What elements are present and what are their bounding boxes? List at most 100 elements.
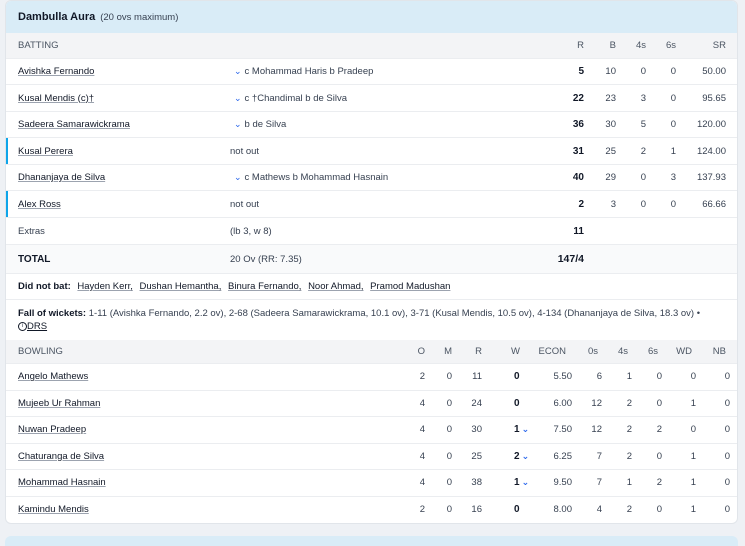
balls: 25 xyxy=(605,145,616,157)
strike-rate: 124.00 xyxy=(696,145,726,157)
bowler-name[interactable]: Mohammad Hasnain xyxy=(18,470,106,496)
maidens: 0 xyxy=(446,504,452,516)
dot-balls: 6 xyxy=(596,371,602,383)
runs-conceded: 11 xyxy=(472,371,482,383)
bowling-header-row: BOWLING O M R W ECON 0s 4s 6s WD NB xyxy=(6,340,737,364)
dismissal[interactable]: ⌄ c †Chandimal b de Silva xyxy=(234,85,347,111)
batter-row: Kusal Mendis (c)† ⌄ c †Chandimal b de Silv… xyxy=(6,85,737,112)
drs-label: DRS xyxy=(27,321,48,332)
extras-value: 11 xyxy=(573,225,584,237)
batter-name[interactable]: Dhananjaya de Silva xyxy=(18,165,105,190)
sixes: 0 xyxy=(670,119,676,130)
fours-conceded: 2 xyxy=(626,424,632,436)
bowler-name[interactable]: Kamindu Mendis xyxy=(18,497,89,524)
dismissal: not out xyxy=(230,191,259,217)
balls: 10 xyxy=(605,66,616,77)
bowler-row: Nuwan Pradeep 4 0 30 1 ⌄ 7.50 12 2 2 0 0 xyxy=(6,417,737,444)
dnb-player[interactable]: Hayden Kerr, xyxy=(77,281,132,292)
col-m: M xyxy=(444,346,452,357)
strike-rate: 120.00 xyxy=(696,119,726,130)
bowler-name[interactable]: Angelo Mathews xyxy=(18,364,88,390)
extras-label: Extras xyxy=(18,225,45,237)
batter-name[interactable]: Kusal Mendis (c)† xyxy=(18,85,94,111)
wides: 0 xyxy=(690,424,696,436)
batter-name[interactable]: Alex Ross xyxy=(18,191,61,217)
runs: 31 xyxy=(572,145,584,157)
col-econ: ECON xyxy=(538,346,566,357)
runs: 5 xyxy=(578,66,584,77)
chevron-down-icon: ⌄ xyxy=(234,66,242,76)
dismissal-text: c Mohammad Haris b Pradeep xyxy=(244,66,374,77)
batter-name[interactable]: Kusal Perera xyxy=(18,138,73,164)
bowler-name[interactable]: Chaturanga de Silva xyxy=(18,444,104,470)
wides: 1 xyxy=(690,397,696,409)
dismissal-text: not out xyxy=(230,145,260,157)
at-crease-marker xyxy=(6,191,8,217)
scorecard: Dambulla Aura (20 ovs maximum) BATTING R… xyxy=(5,0,738,524)
dnb-player[interactable]: Binura Fernando, xyxy=(228,281,301,292)
wickets-value: 0 xyxy=(514,371,520,383)
balls: 3 xyxy=(610,198,616,210)
wickets-value: 2 xyxy=(514,450,520,462)
fall-of-wickets: Fall of wickets: 1-11 (Avishka Fernando,… xyxy=(18,307,730,333)
maidens: 0 xyxy=(446,424,452,436)
sixes: 1 xyxy=(670,145,676,157)
col-nb: NB xyxy=(712,346,726,357)
dnb-player[interactable]: Pramod Madushan xyxy=(370,281,450,292)
overs: 2 xyxy=(419,504,425,516)
runs-conceded: 16 xyxy=(471,504,482,516)
col-0s: 0s xyxy=(587,346,598,357)
dot-balls: 7 xyxy=(596,450,602,462)
sixes-conceded: 2 xyxy=(656,424,662,436)
economy: 5.50 xyxy=(553,371,573,383)
dismissal[interactable]: ⌄ b de Silva xyxy=(234,112,286,137)
wides: 1 xyxy=(690,450,696,462)
maidens: 0 xyxy=(446,371,452,383)
batter-name[interactable]: Avishka Fernando xyxy=(18,59,94,84)
fours-conceded: 2 xyxy=(626,504,632,516)
at-crease-marker xyxy=(6,138,8,164)
runs: 36 xyxy=(572,119,584,130)
sixes: 0 xyxy=(670,198,676,210)
bowler-name[interactable]: Mujeeb Ur Rahman xyxy=(18,391,100,417)
info-circle-icon: i xyxy=(18,321,27,331)
bowler-row: Mohammad Hasnain 4 0 38 1 ⌄ 9.50 7 1 2 1 0 xyxy=(6,470,737,497)
bowler-row: Mujeeb Ur Rahman 4 0 24 0 6.00 12 2 0 1 0 xyxy=(6,391,737,417)
dismissal: not out xyxy=(230,138,259,164)
next-innings-header[interactable] xyxy=(5,536,738,546)
fours: 0 xyxy=(640,198,646,210)
sixes-conceded: 0 xyxy=(656,371,662,383)
batter-name[interactable]: Sadeera Samarawickrama xyxy=(18,112,130,137)
dnb-player[interactable]: Dushan Hemantha, xyxy=(140,281,222,292)
sixes-conceded: 0 xyxy=(656,450,662,462)
dot-balls: 4 xyxy=(596,504,602,516)
col-bowl-r: R xyxy=(475,346,482,357)
overs: 4 xyxy=(419,477,425,489)
balls: 29 xyxy=(605,172,616,183)
dismissal-text: c †Chandimal b de Silva xyxy=(244,92,347,104)
balls: 30 xyxy=(605,119,616,130)
drs-link[interactable]: i DRS xyxy=(18,321,47,332)
extras-detail: (lb 3, w 8) xyxy=(230,225,272,237)
innings-header[interactable]: Dambulla Aura (20 ovs maximum) xyxy=(6,1,737,33)
fow-text: 1-11 (Avishka Fernando, 2.2 ov), 2-68 (S… xyxy=(88,308,701,319)
runs-conceded: 38 xyxy=(471,477,482,489)
total-detail: 20 Ov (RR: 7.35) xyxy=(230,253,302,265)
chevron-down-icon: ⌄ xyxy=(521,424,530,435)
balls: 23 xyxy=(605,92,616,104)
dismissal[interactable]: ⌄ c Mohammad Haris b Pradeep xyxy=(234,59,373,84)
wickets-value: 0 xyxy=(514,504,520,516)
overs: 2 xyxy=(419,371,425,383)
runs-conceded: 25 xyxy=(471,450,482,462)
runs: 40 xyxy=(572,172,584,183)
bowler-name[interactable]: Nuwan Pradeep xyxy=(18,417,86,443)
col-wd: WD xyxy=(676,346,692,357)
fours: 2 xyxy=(640,145,646,157)
wickets-value: 0 xyxy=(514,397,520,409)
dnb-player[interactable]: Noor Ahmad, xyxy=(308,281,363,292)
batter-row: Kusal Perera not out 31 25 2 1 124.00 xyxy=(6,138,737,165)
wides: 1 xyxy=(690,477,696,489)
maidens: 0 xyxy=(446,477,452,489)
dismissal[interactable]: ⌄ c Mathews b Mohammad Hasnain xyxy=(234,165,388,190)
strike-rate: 137.93 xyxy=(696,172,726,183)
